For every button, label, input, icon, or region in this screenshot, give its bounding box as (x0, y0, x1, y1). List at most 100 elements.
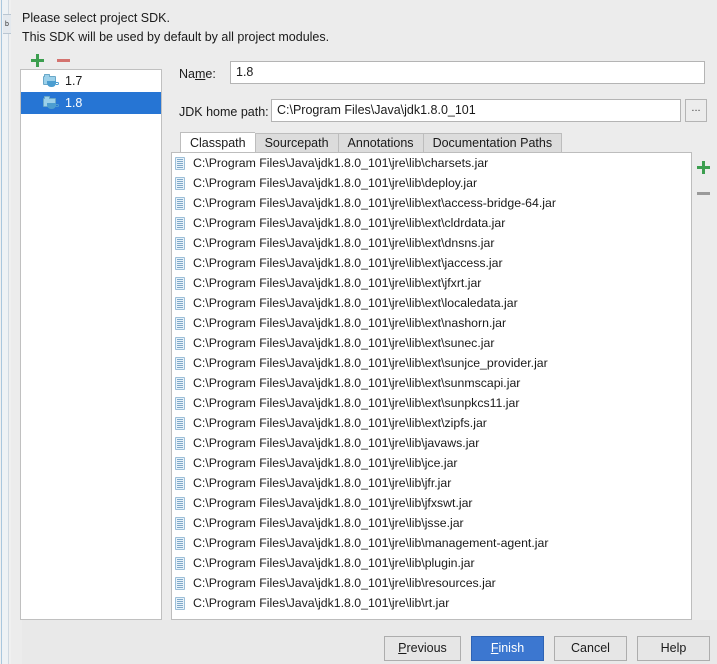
classpath-entry-label: C:\Program Files\Java\jdk1.8.0_101\jre\l… (193, 456, 458, 470)
name-label: Name: (179, 67, 216, 81)
classpath-entry-label: C:\Program Files\Java\jdk1.8.0_101\jre\l… (193, 316, 507, 330)
jar-file-icon (175, 216, 185, 230)
minus-icon (697, 192, 710, 195)
jar-file-icon (175, 316, 185, 330)
classpath-entry-row[interactable]: C:\Program Files\Java\jdk1.8.0_101\jre\l… (172, 233, 691, 253)
classpath-entry-row[interactable]: C:\Program Files\Java\jdk1.8.0_101\jre\l… (172, 353, 691, 373)
sdk-item-label: 1.8 (65, 96, 83, 110)
classpath-entry-row[interactable]: C:\Program Files\Java\jdk1.8.0_101\jre\l… (172, 153, 691, 173)
add-classpath-entry-button[interactable] (694, 158, 714, 178)
classpath-entry-row[interactable]: C:\Program Files\Java\jdk1.8.0_101\jre\l… (172, 253, 691, 273)
jar-file-icon (175, 416, 185, 430)
classpath-entry-label: C:\Program Files\Java\jdk1.8.0_101\jre\l… (193, 196, 556, 210)
jdk-folder-icon (43, 74, 59, 88)
jar-file-icon (175, 396, 185, 410)
finish-button[interactable]: Finish (471, 636, 544, 661)
classpath-entry-label: C:\Program Files\Java\jdk1.8.0_101\jre\l… (193, 536, 549, 550)
jar-file-icon (175, 276, 185, 290)
classpath-entry-row[interactable]: C:\Program Files\Java\jdk1.8.0_101\jre\l… (172, 413, 691, 433)
sdk-detail-tabs: Classpath Sourcepath Annotations Documen… (180, 132, 563, 153)
classpath-entry-row[interactable]: C:\Program Files\Java\jdk1.8.0_101\jre\l… (172, 573, 691, 593)
sdk-item-label: 1.7 (65, 74, 83, 88)
background-window-tab[interactable]: b (3, 14, 11, 34)
previous-button[interactable]: Previous (384, 636, 461, 661)
jar-file-icon (175, 476, 185, 490)
classpath-entry-row[interactable]: C:\Program Files\Java\jdk1.8.0_101\jre\l… (172, 453, 691, 473)
classpath-entry-label: C:\Program Files\Java\jdk1.8.0_101\jre\l… (193, 236, 495, 250)
jdk-folder-icon (43, 96, 59, 110)
remove-classpath-entry-button[interactable] (694, 184, 714, 204)
jar-file-icon (175, 376, 185, 390)
classpath-entry-label: C:\Program Files\Java\jdk1.8.0_101\jre\l… (193, 396, 520, 410)
sdk-list-toolbar (23, 51, 159, 69)
sdk-selection-dialog: b Please select project SDK. This SDK wil… (0, 0, 717, 664)
jar-file-icon (175, 296, 185, 310)
sdk-list-item-17[interactable]: 1.7 (21, 70, 161, 92)
browse-button[interactable]: ... (685, 99, 707, 122)
classpath-entry-row[interactable]: C:\Program Files\Java\jdk1.8.0_101\jre\l… (172, 193, 691, 213)
jar-file-icon (175, 576, 185, 590)
classpath-entry-label: C:\Program Files\Java\jdk1.8.0_101\jre\l… (193, 296, 518, 310)
jar-file-icon (175, 176, 185, 190)
classpath-entry-label: C:\Program Files\Java\jdk1.8.0_101\jre\l… (193, 156, 489, 170)
instruction-line-1: Please select project SDK. (22, 11, 170, 25)
jar-file-icon (175, 356, 185, 370)
classpath-entry-row[interactable]: C:\Program Files\Java\jdk1.8.0_101\jre\l… (172, 493, 691, 513)
classpath-entry-row[interactable]: C:\Program Files\Java\jdk1.8.0_101\jre\l… (172, 373, 691, 393)
classpath-entry-row[interactable]: C:\Program Files\Java\jdk1.8.0_101\jre\l… (172, 173, 691, 193)
jar-file-icon (175, 496, 185, 510)
name-input[interactable]: 1.8 (230, 61, 705, 84)
minus-icon (57, 59, 70, 62)
add-sdk-button[interactable] (28, 51, 46, 69)
jar-file-icon (175, 236, 185, 250)
sdk-list-item-18[interactable]: 1.8 (21, 92, 161, 114)
classpath-entry-row[interactable]: C:\Program Files\Java\jdk1.8.0_101\jre\l… (172, 533, 691, 553)
classpath-entry-label: C:\Program Files\Java\jdk1.8.0_101\jre\l… (193, 276, 482, 290)
classpath-entry-label: C:\Program Files\Java\jdk1.8.0_101\jre\l… (193, 496, 473, 510)
classpath-entry-label: C:\Program Files\Java\jdk1.8.0_101\jre\l… (193, 256, 503, 270)
classpath-entry-label: C:\Program Files\Java\jdk1.8.0_101\jre\l… (193, 436, 480, 450)
tab-classpath[interactable]: Classpath (180, 132, 255, 153)
classpath-entry-row[interactable]: C:\Program Files\Java\jdk1.8.0_101\jre\l… (172, 473, 691, 493)
dialog-body: Please select project SDK. This SDK will … (11, 0, 717, 664)
jar-file-icon (175, 156, 185, 170)
classpath-entry-label: C:\Program Files\Java\jdk1.8.0_101\jre\l… (193, 176, 478, 190)
jar-file-icon (175, 516, 185, 530)
classpath-entry-row[interactable]: C:\Program Files\Java\jdk1.8.0_101\jre\l… (172, 513, 691, 533)
classpath-entry-row[interactable]: C:\Program Files\Java\jdk1.8.0_101\jre\l… (172, 433, 691, 453)
help-button[interactable]: Help (637, 636, 710, 661)
classpath-entry-label: C:\Program Files\Java\jdk1.8.0_101\jre\l… (193, 476, 452, 490)
jdk-home-path-input[interactable]: C:\Program Files\Java\jdk1.8.0_101 (271, 99, 681, 122)
remove-sdk-button[interactable] (54, 51, 72, 69)
tab-annotations[interactable]: Annotations (337, 133, 423, 153)
jar-file-icon (175, 556, 185, 570)
classpath-entry-row[interactable]: C:\Program Files\Java\jdk1.8.0_101\jre\l… (172, 553, 691, 573)
classpath-entry-row[interactable]: C:\Program Files\Java\jdk1.8.0_101\jre\l… (172, 293, 691, 313)
jar-file-icon (175, 456, 185, 470)
tab-sourcepath[interactable]: Sourcepath (254, 133, 338, 153)
tab-documentation-paths[interactable]: Documentation Paths (422, 133, 563, 153)
cancel-button[interactable]: Cancel (554, 636, 627, 661)
classpath-entry-label: C:\Program Files\Java\jdk1.8.0_101\jre\l… (193, 576, 496, 590)
classpath-entry-label: C:\Program Files\Java\jdk1.8.0_101\jre\l… (193, 596, 450, 610)
jar-file-icon (175, 536, 185, 550)
classpath-entry-row[interactable]: C:\Program Files\Java\jdk1.8.0_101\jre\l… (172, 333, 691, 353)
classpath-entry-row[interactable]: C:\Program Files\Java\jdk1.8.0_101\jre\l… (172, 213, 691, 233)
background-window-strip: b (1, 0, 11, 664)
jar-file-icon (175, 256, 185, 270)
dialog-instructions: Please select project SDK. This SDK will … (22, 9, 622, 47)
classpath-entry-label: C:\Program Files\Java\jdk1.8.0_101\jre\l… (193, 516, 464, 530)
sdk-list[interactable]: 1.7 1.8 (20, 69, 162, 620)
classpath-entry-row[interactable]: C:\Program Files\Java\jdk1.8.0_101\jre\l… (172, 313, 691, 333)
classpath-entry-label: C:\Program Files\Java\jdk1.8.0_101\jre\l… (193, 336, 495, 350)
classpath-entry-label: C:\Program Files\Java\jdk1.8.0_101\jre\l… (193, 216, 506, 230)
jar-file-icon (175, 336, 185, 350)
classpath-entry-label: C:\Program Files\Java\jdk1.8.0_101\jre\l… (193, 356, 548, 370)
instruction-line-2: This SDK will be used by default by all … (22, 30, 330, 44)
classpath-list[interactable]: C:\Program Files\Java\jdk1.8.0_101\jre\l… (171, 152, 692, 620)
jar-file-icon (175, 196, 185, 210)
classpath-entry-row[interactable]: C:\Program Files\Java\jdk1.8.0_101\jre\l… (172, 393, 691, 413)
classpath-entry-row[interactable]: C:\Program Files\Java\jdk1.8.0_101\jre\l… (172, 593, 691, 613)
classpath-entry-label: C:\Program Files\Java\jdk1.8.0_101\jre\l… (193, 416, 487, 430)
classpath-entry-row[interactable]: C:\Program Files\Java\jdk1.8.0_101\jre\l… (172, 273, 691, 293)
